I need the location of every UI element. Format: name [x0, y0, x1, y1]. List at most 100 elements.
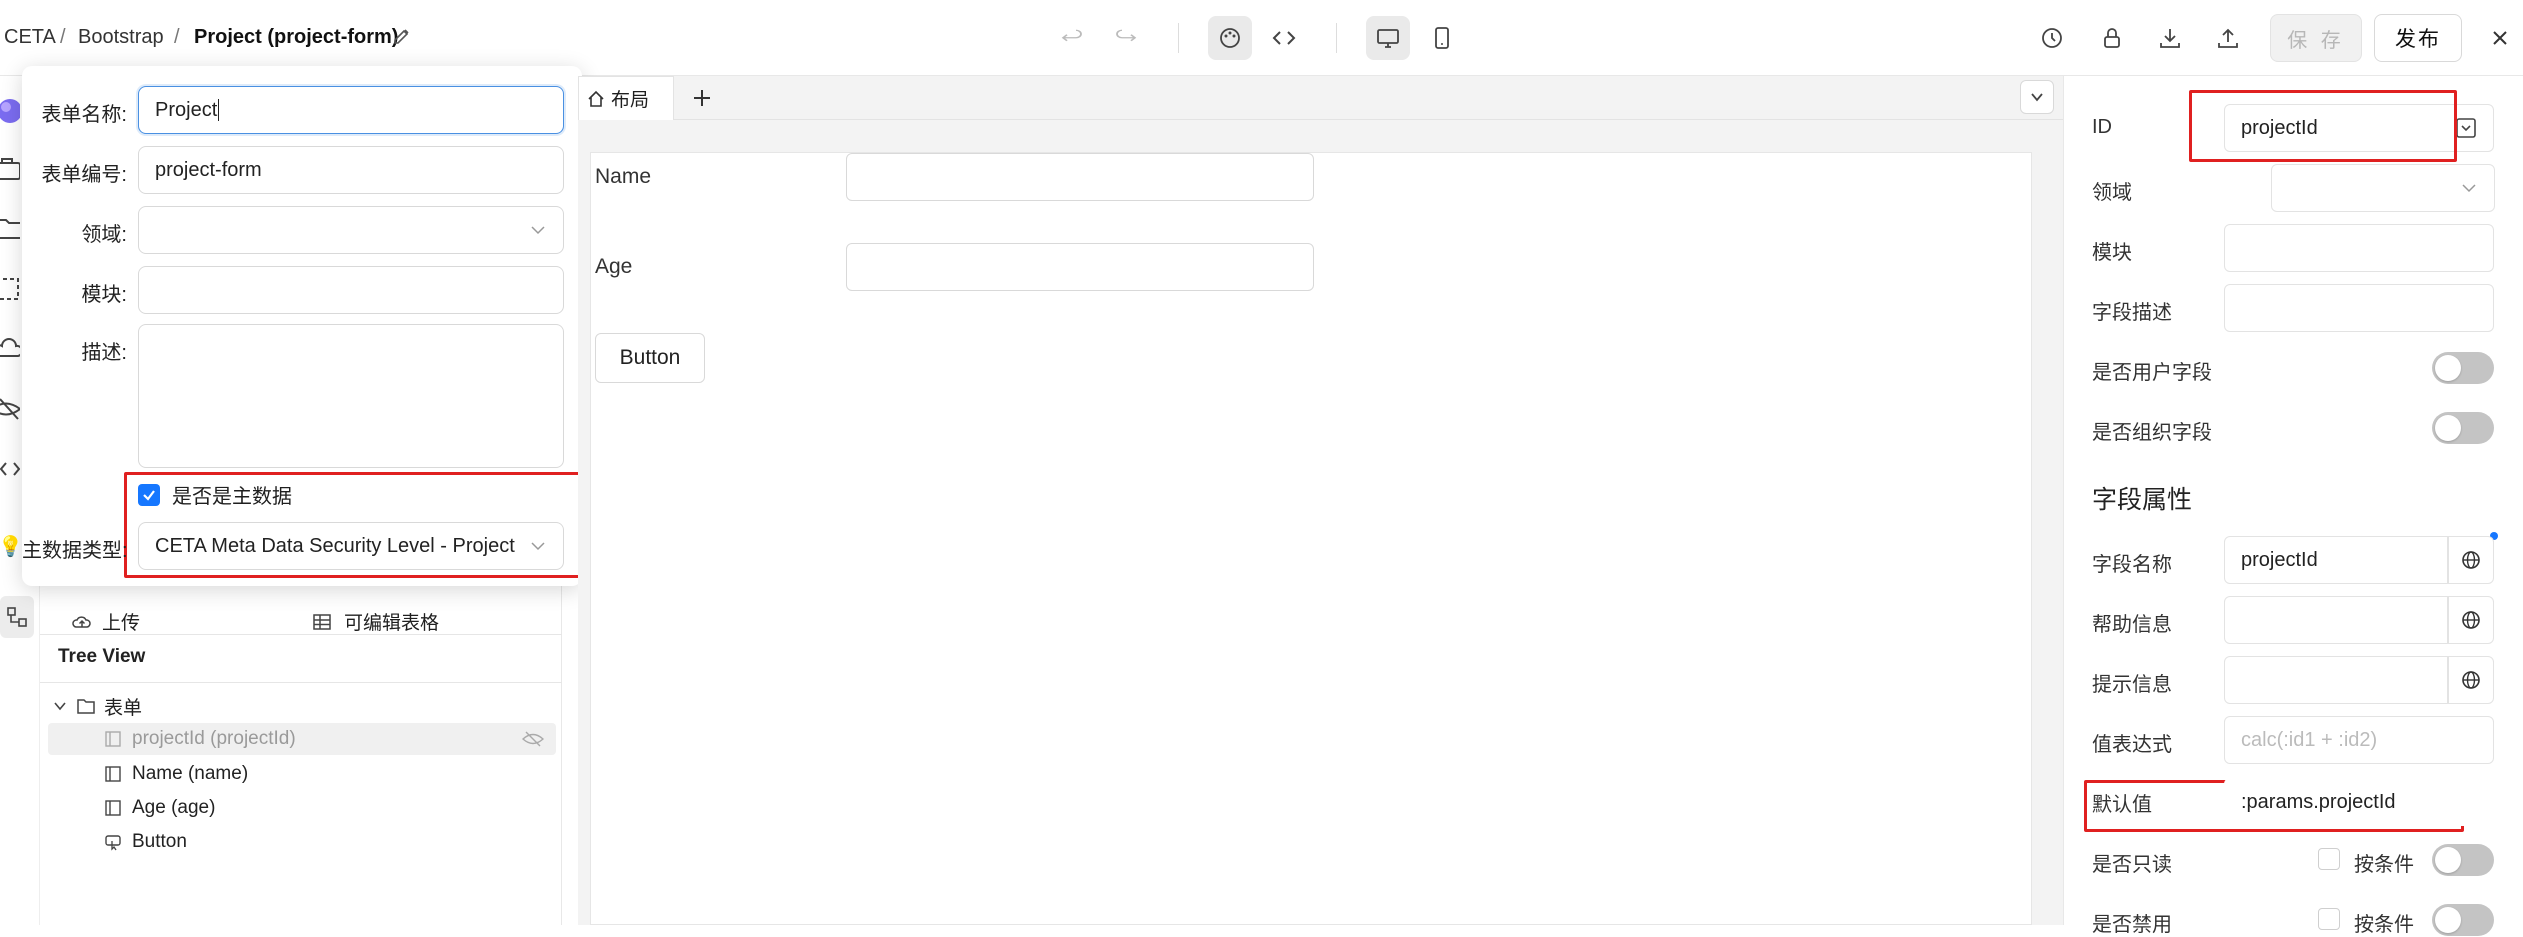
breadcrumb-separator: / — [174, 26, 180, 48]
breadcrumb-root[interactable]: CETA — [4, 26, 56, 49]
redo-icon[interactable] — [1104, 16, 1148, 60]
form-name-input[interactable]: Project — [138, 86, 564, 134]
globe-icon[interactable] — [2448, 596, 2494, 644]
module-input[interactable] — [2224, 224, 2494, 272]
tab-menu-chevron-icon[interactable] — [2020, 80, 2054, 114]
master-data-checkbox[interactable]: 是否是主数据 — [138, 480, 292, 509]
desktop-view-icon[interactable] — [1366, 16, 1410, 60]
chevron-down-icon — [529, 537, 547, 555]
download-icon[interactable] — [2148, 16, 2192, 60]
disabled-label: 是否禁用 — [2092, 914, 2172, 936]
code-rail-icon[interactable] — [0, 454, 20, 484]
module-label: 模块: — [81, 284, 127, 306]
domain-label: 领域: — [81, 224, 127, 246]
edit-pencil-icon[interactable] — [392, 26, 412, 46]
hint-label: 提示信息 — [2092, 674, 2172, 696]
upload-icon[interactable] — [2206, 16, 2250, 60]
divider — [40, 682, 562, 683]
canvas-button[interactable]: Button — [595, 333, 705, 383]
lock-icon[interactable] — [2090, 16, 2134, 60]
tab-layout[interactable]: 布局 — [578, 76, 674, 120]
help-input[interactable] — [2224, 596, 2448, 644]
field-name-label: 字段名称 — [2092, 554, 2172, 576]
breadcrumb-bootstrap[interactable]: Bootstrap — [78, 26, 164, 49]
chevron-down-icon — [529, 221, 547, 239]
globe-icon[interactable] — [2448, 656, 2494, 704]
by-condition-label: 按条件 — [2354, 854, 2414, 876]
tree-item-button[interactable]: Button — [104, 826, 187, 858]
checkbox-checked-icon[interactable] — [138, 483, 160, 506]
is-user-field-label: 是否用户字段 — [2092, 362, 2212, 384]
tree-node-form[interactable]: 表单 — [52, 690, 142, 722]
field-name-input[interactable]: projectId — [2224, 536, 2448, 584]
tree-item-projectid[interactable]: projectId (projectId) — [104, 723, 296, 755]
domain-label: 领域 — [2092, 182, 2132, 204]
code-icon[interactable] — [1262, 16, 1306, 60]
component-upload-label: 上传 — [102, 613, 141, 634]
description-textarea[interactable] — [138, 324, 564, 468]
upload-cloud-icon — [72, 612, 92, 632]
form-code-input[interactable]: project-form — [138, 146, 564, 194]
age-input[interactable] — [846, 243, 1314, 291]
eye-off-icon[interactable] — [522, 730, 544, 748]
readonly-condition-checkbox[interactable] — [2318, 848, 2340, 870]
palette-icon[interactable] — [1208, 16, 1252, 60]
close-icon[interactable] — [2478, 16, 2522, 60]
home-icon — [587, 90, 605, 108]
component-editable-table[interactable]: 可编辑表格 — [312, 608, 439, 635]
form-canvas: Name Age Button — [590, 152, 2032, 925]
folder-icon[interactable] — [0, 214, 20, 244]
by-condition-label: 按条件 — [2354, 914, 2414, 936]
toolbar-divider — [1178, 23, 1179, 53]
save-button[interactable]: 保 存 — [2270, 14, 2362, 62]
readonly-label: 是否只读 — [2092, 854, 2172, 876]
history-icon[interactable] — [2030, 16, 2074, 60]
readonly-toggle[interactable] — [2432, 844, 2494, 876]
component-upload[interactable]: 上传 — [72, 608, 140, 635]
tree-item-age[interactable]: Age (age) — [104, 792, 215, 824]
folder-icon — [76, 697, 96, 715]
domain-select[interactable] — [2271, 164, 2495, 212]
field-properties-title: 字段属性 — [2092, 486, 2193, 514]
hint-input[interactable] — [2224, 656, 2448, 704]
tree-item-name[interactable]: Name (name) — [104, 758, 248, 790]
properties-panel: ID projectId 领域 模块 字段描述 是否用户字段 是否组织字段 字段… — [2063, 76, 2523, 936]
default-value-input[interactable]: :params.projectId — [2224, 778, 2494, 826]
cloud-icon[interactable] — [0, 334, 20, 364]
add-tab-icon[interactable] — [690, 86, 714, 110]
briefcase-icon[interactable] — [0, 154, 20, 184]
module-label: 模块 — [2092, 242, 2132, 264]
id-label: ID — [2092, 116, 2112, 138]
form-code-label: 表单编号: — [41, 164, 127, 186]
highlight-box — [2189, 90, 2457, 162]
eye-off-icon[interactable] — [0, 394, 20, 424]
publish-button[interactable]: 发布 — [2374, 14, 2462, 62]
chevron-down-icon[interactable] — [52, 698, 68, 714]
disabled-toggle[interactable] — [2432, 904, 2494, 936]
master-type-label: 主数据类型: — [22, 540, 128, 562]
tree-view-title: Tree View — [58, 646, 146, 667]
tab-label: 布局 — [611, 90, 650, 111]
master-type-select[interactable]: CETA Meta Data Security Level - Project — [138, 522, 564, 570]
component-editable-table-label: 可编辑表格 — [344, 613, 440, 634]
domain-select[interactable] — [138, 206, 564, 254]
undo-icon[interactable] — [1050, 16, 1094, 60]
tree-node-label: 表单 — [104, 697, 143, 719]
globe-icon[interactable] — [2448, 536, 2494, 584]
component-tree-icon[interactable] — [0, 596, 34, 638]
breadcrumb-current: Project (project-form) — [194, 26, 399, 48]
is-org-field-toggle[interactable] — [2432, 412, 2494, 444]
field-desc-input[interactable] — [2224, 284, 2494, 332]
name-input[interactable] — [846, 153, 1314, 201]
dropdown-box-icon[interactable] — [2455, 117, 2477, 139]
selection-icon[interactable] — [0, 274, 20, 304]
is-user-field-toggle[interactable] — [2432, 352, 2494, 384]
module-input[interactable] — [138, 266, 564, 314]
breadcrumb-separator: / — [60, 26, 66, 48]
value-expr-label: 值表达式 — [2092, 734, 2172, 756]
disabled-condition-checkbox[interactable] — [2318, 908, 2340, 930]
value-expr-input[interactable]: calc(:id1 + :id2) — [2224, 716, 2494, 764]
tree-item-label: Name (name) — [132, 763, 249, 784]
mobile-view-icon[interactable] — [1420, 16, 1464, 60]
theme-icon[interactable] — [0, 96, 20, 126]
